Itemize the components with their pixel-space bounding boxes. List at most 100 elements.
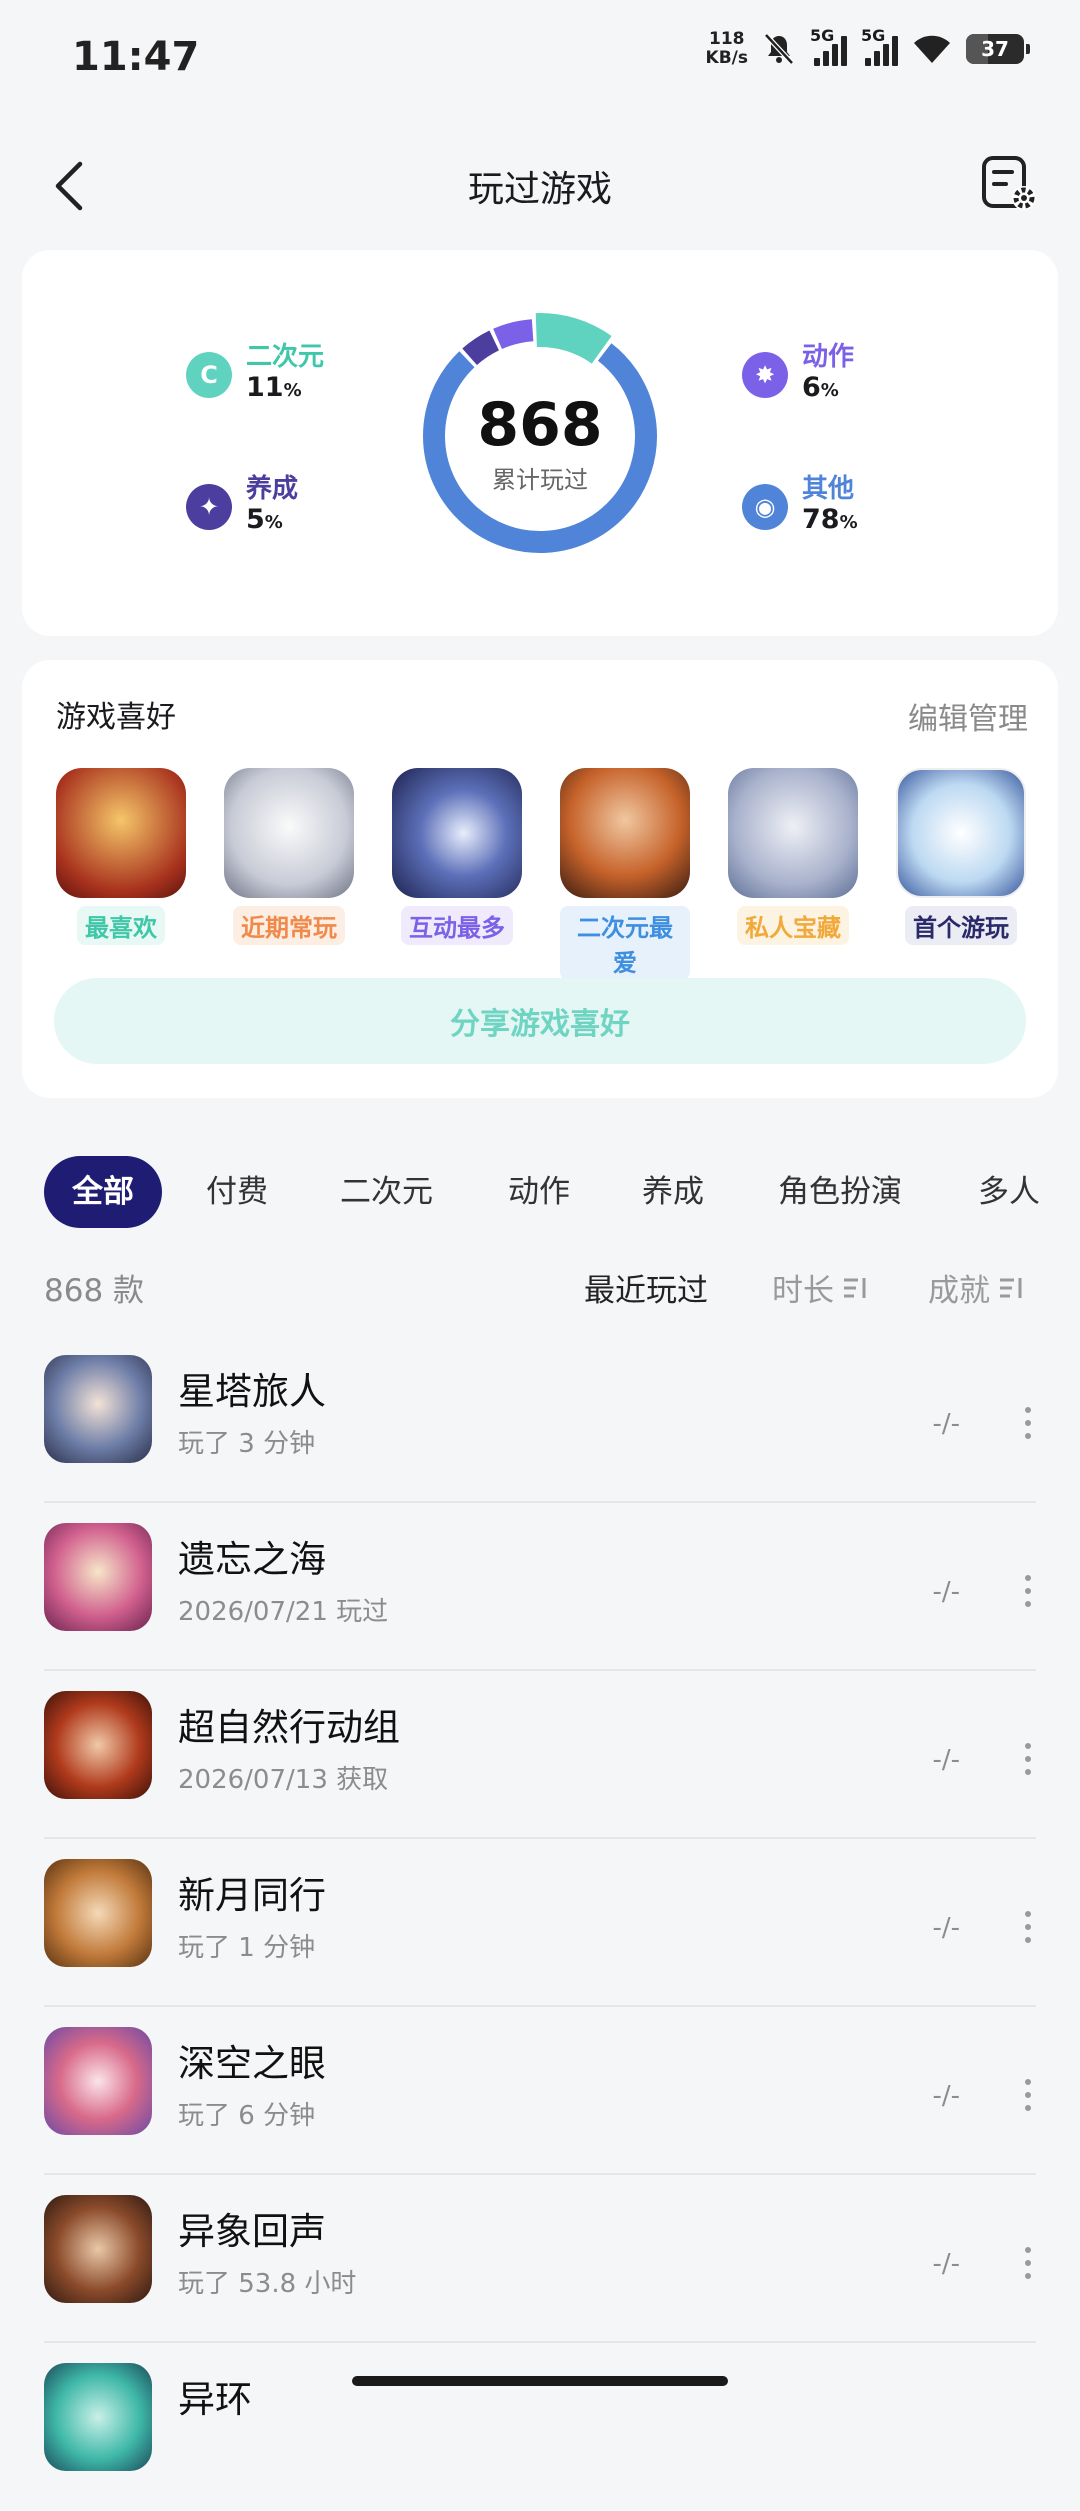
battery-icon: 37 bbox=[966, 34, 1030, 64]
more-options-icon[interactable] bbox=[1024, 1743, 1032, 1777]
favorite-tag: 首个游玩 bbox=[905, 906, 1017, 945]
tab-action[interactable]: 动作 bbox=[508, 1156, 570, 1228]
more-options-icon[interactable] bbox=[1024, 2079, 1032, 2113]
page-title: 玩过游戏 bbox=[467, 169, 612, 210]
donut-segment bbox=[462, 330, 500, 366]
favorite-item[interactable]: 首个游玩 bbox=[896, 768, 1026, 980]
battery-level: 37 bbox=[981, 37, 1009, 61]
game-name: 新月同行 bbox=[178, 1874, 326, 1917]
sort-icon bbox=[1000, 1277, 1022, 1298]
favorite-tag: 最喜欢 bbox=[77, 906, 165, 945]
game-row[interactable]: 异环 bbox=[44, 2343, 1036, 2511]
tab-roleplay[interactable]: 角色扮演 bbox=[778, 1156, 902, 1228]
tab-paid[interactable]: 付费 bbox=[206, 1156, 268, 1228]
game-icon bbox=[44, 1523, 152, 1631]
game-icon bbox=[56, 768, 186, 898]
edit-manage-link[interactable]: 编辑管理 bbox=[908, 694, 1028, 738]
stats-card: C 二次元 11% ✦ 养成 5% ✸ 动作 6% ◉ 其他 78% 868 累… bbox=[22, 250, 1058, 636]
game-icon bbox=[728, 768, 858, 898]
category-percent-value: 5 bbox=[246, 504, 265, 535]
game-row[interactable]: 深空之眼 玩了 6 分钟 -/- bbox=[44, 2007, 1036, 2175]
total-played-count: 868 bbox=[477, 390, 603, 460]
percent-unit: % bbox=[839, 512, 858, 533]
game-row[interactable]: 超自然行动组 2026/07/13 获取 -/- bbox=[44, 1671, 1036, 1839]
game-icon bbox=[224, 768, 354, 898]
more-options-icon[interactable] bbox=[1024, 1575, 1032, 1609]
favorite-item[interactable]: 近期常玩 bbox=[224, 768, 354, 980]
sort-duration-label: 时长 bbox=[772, 1273, 834, 1309]
signal-5g-icon-2: 5G bbox=[861, 26, 898, 66]
game-name: 遗忘之海 bbox=[178, 1538, 326, 1581]
game-icon bbox=[44, 2363, 152, 2471]
status-icons: 118 KB/s 5G 5G 37 bbox=[706, 26, 1030, 68]
tab-multiplayer[interactable]: 多人 bbox=[978, 1156, 1040, 1228]
favorites-card: 游戏喜好 编辑管理 最喜欢 近期常玩 互动最多 二次元最爱 私人宝藏 首个游玩 … bbox=[22, 660, 1058, 1098]
game-icon bbox=[392, 768, 522, 898]
game-icon bbox=[44, 2027, 152, 2135]
game-name: 异象回声 bbox=[178, 2210, 326, 2253]
favorites-row: 最喜欢 近期常玩 互动最多 二次元最爱 私人宝藏 首个游玩 bbox=[56, 768, 1026, 980]
donut-segment bbox=[493, 319, 534, 350]
game-icon bbox=[560, 768, 690, 898]
category-percent: 78% bbox=[802, 504, 858, 539]
favorite-item[interactable]: 互动最多 bbox=[392, 768, 522, 980]
more-options-icon[interactable] bbox=[1024, 1407, 1032, 1441]
wifi-icon bbox=[914, 35, 950, 63]
favorites-title: 游戏喜好 bbox=[56, 700, 176, 735]
game-subtitle: 玩了 3 分钟 bbox=[178, 1429, 316, 1459]
game-achievement: -/- bbox=[932, 1745, 960, 1775]
favorite-tag: 二次元最爱 bbox=[560, 906, 690, 980]
total-played-label: 累计玩过 bbox=[492, 466, 588, 494]
game-name: 超自然行动组 bbox=[178, 1706, 400, 1749]
game-subtitle: 2026/07/13 获取 bbox=[178, 1765, 389, 1795]
network-speed-value: 118 bbox=[709, 29, 745, 49]
category-percent: 5% bbox=[246, 504, 298, 539]
network-speed-unit: KB/s bbox=[705, 48, 748, 68]
more-options-icon[interactable] bbox=[1024, 1911, 1032, 1945]
category-label: 动作 bbox=[802, 342, 855, 372]
bell-muted-icon bbox=[764, 33, 794, 65]
more-options-icon[interactable] bbox=[1024, 2247, 1032, 2281]
tab-cultivate[interactable]: 养成 bbox=[642, 1156, 704, 1228]
tab-anime[interactable]: 二次元 bbox=[340, 1156, 433, 1228]
sort-recent[interactable]: 最近玩过 bbox=[584, 1265, 708, 1310]
status-time: 11:47 bbox=[72, 34, 200, 80]
network-speed: 118 KB/s bbox=[706, 30, 748, 68]
donut-segment bbox=[535, 313, 612, 364]
game-count: 868 款 bbox=[44, 1273, 145, 1309]
game-subtitle: 玩了 6 分钟 bbox=[178, 2101, 316, 2131]
game-subtitle: 2026/07/21 玩过 bbox=[178, 1597, 389, 1627]
game-subtitle: 玩了 53.8 小时 bbox=[178, 2269, 357, 2299]
share-preferences-button[interactable]: 分享游戏喜好 bbox=[54, 978, 1026, 1064]
home-indicator bbox=[352, 2376, 728, 2386]
game-achievement: -/- bbox=[932, 1409, 960, 1439]
game-icon bbox=[44, 2195, 152, 2303]
game-row[interactable]: 星塔旅人 玩了 3 分钟 -/- bbox=[44, 1335, 1036, 1503]
favorite-tag: 互动最多 bbox=[401, 906, 513, 945]
game-achievement: -/- bbox=[932, 1913, 960, 1943]
game-row[interactable]: 遗忘之海 2026/07/21 玩过 -/- bbox=[44, 1503, 1036, 1671]
category-tabs: 全部 付费 二次元 动作 养成 角色扮演 多人 bbox=[0, 1156, 1080, 1228]
sort-achievement-label: 成就 bbox=[928, 1273, 990, 1309]
game-name: 深空之眼 bbox=[178, 2042, 326, 2085]
game-icon bbox=[44, 1691, 152, 1799]
favorite-item[interactable]: 二次元最爱 bbox=[560, 768, 690, 980]
category-label: 二次元 bbox=[246, 342, 325, 372]
list-settings-icon[interactable] bbox=[980, 154, 1040, 214]
game-row[interactable]: 新月同行 玩了 1 分钟 -/- bbox=[44, 1839, 1036, 2007]
game-icon bbox=[896, 768, 1026, 898]
signal-label-2: 5G bbox=[861, 26, 886, 45]
sort-icon bbox=[844, 1277, 866, 1298]
game-achievement: -/- bbox=[932, 2249, 960, 2279]
sort-duration[interactable]: 时长 bbox=[772, 1265, 868, 1310]
sort-achievement[interactable]: 成就 bbox=[928, 1265, 1024, 1310]
tab-all[interactable]: 全部 bbox=[44, 1156, 162, 1228]
percent-unit: % bbox=[264, 512, 283, 533]
game-achievement: -/- bbox=[932, 1577, 960, 1607]
game-row[interactable]: 异象回声 玩了 53.8 小时 -/- bbox=[44, 2175, 1036, 2343]
favorite-item[interactable]: 最喜欢 bbox=[56, 768, 186, 980]
game-subtitle: 玩了 1 分钟 bbox=[178, 1933, 316, 1963]
game-icon bbox=[44, 1859, 152, 1967]
favorite-item[interactable]: 私人宝藏 bbox=[728, 768, 858, 980]
game-name: 异环 bbox=[178, 2378, 252, 2421]
